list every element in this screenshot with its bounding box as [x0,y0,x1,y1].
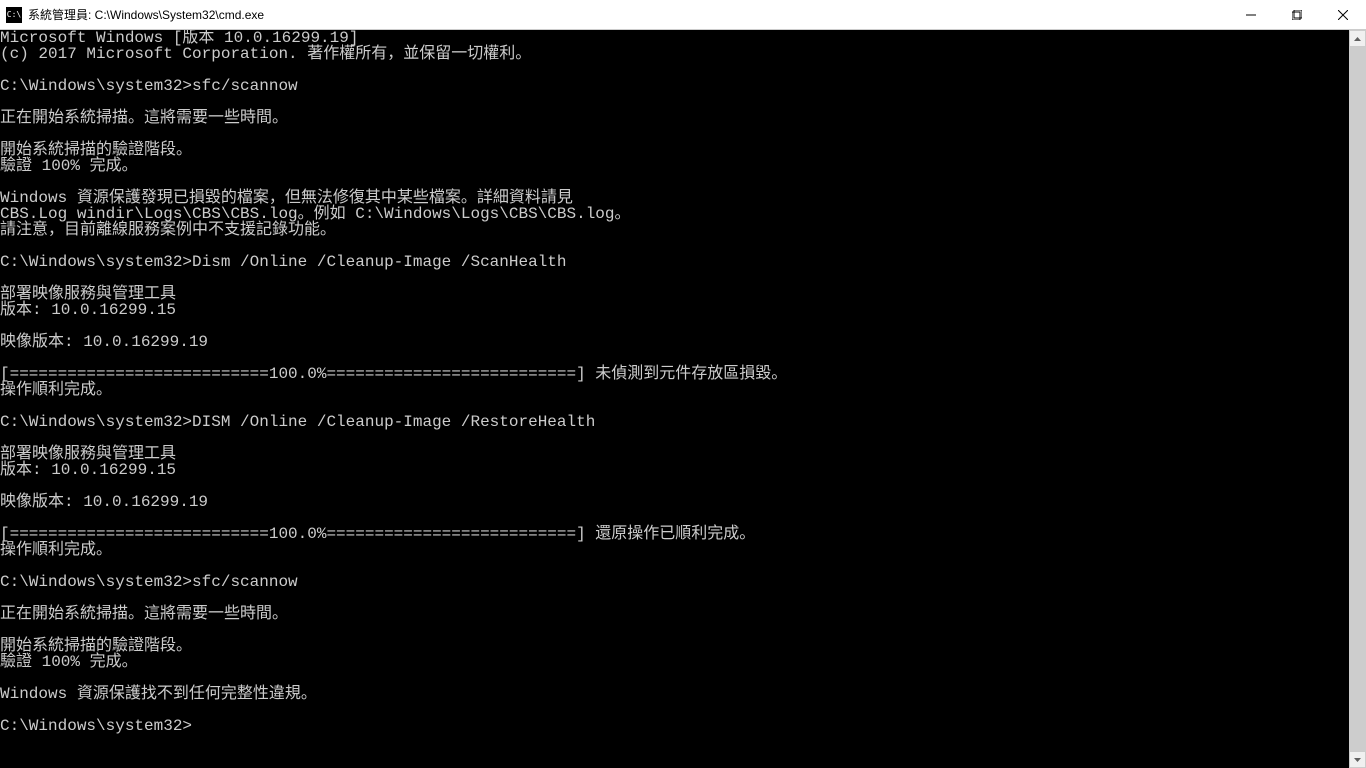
console-line: C:\Windows\system32> [0,718,1349,734]
scrollbar-track[interactable] [1349,47,1366,751]
console-line [0,238,1349,254]
console-line: CBS.Log windir\Logs\CBS\CBS.log。例如 C:\Wi… [0,206,1349,222]
console-line [0,318,1349,334]
console-line: 驗證 100% 完成。 [0,654,1349,670]
console-line [0,398,1349,414]
console-line: Windows 資源保護找不到任何完整性違規。 [0,686,1349,702]
scrollbar-thumb[interactable] [1349,47,1366,751]
console-line: (c) 2017 Microsoft Corporation. 著作權所有，並保… [0,46,1349,62]
chevron-down-icon [1354,758,1361,762]
maximize-icon [1292,10,1302,20]
minimize-icon [1246,10,1256,20]
console-line: 部署映像服務與管理工具 [0,446,1349,462]
console-line: 映像版本: 10.0.16299.19 [0,494,1349,510]
console-line: 請注意，目前離線服務案例中不支援記錄功能。 [0,222,1349,238]
console-line: [===========================100.0%======… [0,366,1349,382]
console-container: Microsoft Windows [版本 10.0.16299.19](c) … [0,30,1366,768]
window-titlebar: C:\ 系統管理員: C:\Windows\System32\cmd.exe [0,0,1366,30]
console-line [0,510,1349,526]
scrollbar-down-button[interactable] [1349,751,1366,768]
console-line: C:\Windows\system32>DISM /Online /Cleanu… [0,414,1349,430]
console-line: 版本: 10.0.16299.15 [0,462,1349,478]
console-line: 正在開始系統掃描。這將需要一些時間。 [0,110,1349,126]
close-button[interactable] [1320,0,1366,29]
window-controls [1228,0,1366,29]
console-line: Microsoft Windows [版本 10.0.16299.19] [0,30,1349,46]
console-line [0,702,1349,718]
console-line [0,350,1349,366]
cmd-icon: C:\ [6,7,22,23]
console-line: 驗證 100% 完成。 [0,158,1349,174]
console-line [0,622,1349,638]
chevron-up-icon [1354,37,1361,41]
console-line: 開始系統掃描的驗證階段。 [0,142,1349,158]
console-line: 映像版本: 10.0.16299.19 [0,334,1349,350]
console-line: 開始系統掃描的驗證階段。 [0,638,1349,654]
vertical-scrollbar[interactable] [1349,30,1366,768]
close-icon [1338,10,1348,20]
console-line [0,590,1349,606]
console-line [0,430,1349,446]
console-line [0,478,1349,494]
console-line: 操作順利完成。 [0,542,1349,558]
console-line [0,670,1349,686]
console-line: 操作順利完成。 [0,382,1349,398]
console-line: C:\Windows\system32>sfc/scannow [0,574,1349,590]
console-output[interactable]: Microsoft Windows [版本 10.0.16299.19](c) … [0,30,1349,768]
console-line: C:\Windows\system32>Dism /Online /Cleanu… [0,254,1349,270]
maximize-button[interactable] [1274,0,1320,29]
console-line [0,94,1349,110]
console-line [0,174,1349,190]
console-line: 部署映像服務與管理工具 [0,286,1349,302]
console-line: 正在開始系統掃描。這將需要一些時間。 [0,606,1349,622]
console-line: 版本: 10.0.16299.15 [0,302,1349,318]
minimize-button[interactable] [1228,0,1274,29]
window-title: 系統管理員: C:\Windows\System32\cmd.exe [28,6,1228,23]
console-line [0,62,1349,78]
scrollbar-up-button[interactable] [1349,30,1366,47]
console-line [0,126,1349,142]
console-line [0,270,1349,286]
console-line: C:\Windows\system32>sfc/scannow [0,78,1349,94]
console-line: [===========================100.0%======… [0,526,1349,542]
console-line [0,558,1349,574]
console-line: Windows 資源保護發現已損毀的檔案，但無法修復其中某些檔案。詳細資料請見 [0,190,1349,206]
